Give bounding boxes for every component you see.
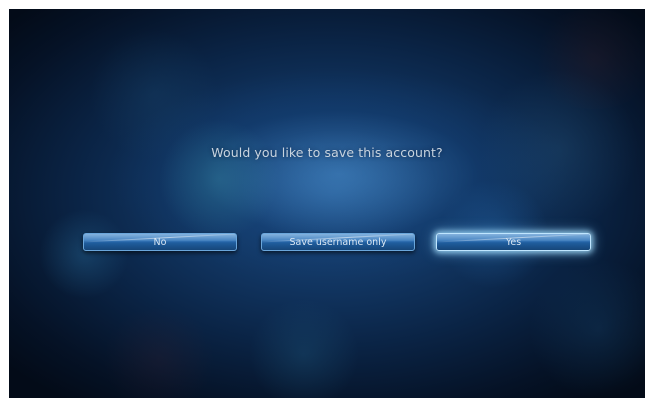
dialog-screen: Would you like to save this account? No … (9, 9, 645, 398)
dialog-question: Would you like to save this account? (211, 145, 443, 160)
yes-button[interactable]: Yes (436, 233, 591, 251)
save-username-only-button[interactable]: Save username only (261, 233, 415, 251)
save-username-only-label: Save username only (289, 237, 387, 248)
yes-button-label: Yes (505, 237, 522, 248)
background-bokeh (99, 309, 219, 398)
background-bokeh (159, 119, 279, 239)
background-bokeh (529, 9, 645, 109)
background-bokeh (529, 259, 645, 398)
background-bokeh (39, 209, 129, 299)
no-button[interactable]: No (83, 233, 237, 251)
background-bokeh (89, 29, 219, 159)
no-button-label: No (153, 237, 167, 248)
background-bokeh (249, 299, 359, 398)
